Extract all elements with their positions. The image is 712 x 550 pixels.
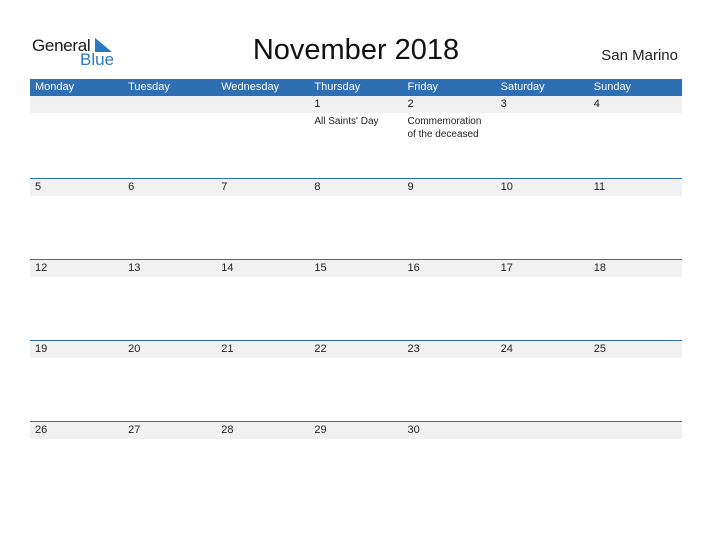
day-number[interactable]: 9 <box>403 179 496 196</box>
country-label: San Marino <box>601 47 678 64</box>
day-number[interactable] <box>216 96 309 113</box>
holiday-label <box>496 358 589 360</box>
date-strip: 5 6 7 8 9 10 11 <box>30 178 682 196</box>
day-number[interactable]: 4 <box>589 96 682 113</box>
day-number[interactable] <box>123 96 216 113</box>
holiday-label <box>30 277 123 279</box>
weekday-sunday: Sunday <box>593 81 632 93</box>
holiday-label <box>496 439 589 441</box>
day-number[interactable]: 28 <box>216 422 309 439</box>
day-number[interactable]: 6 <box>123 179 216 196</box>
day-number[interactable]: 13 <box>123 260 216 277</box>
day-number[interactable]: 5 <box>30 179 123 196</box>
holiday-label <box>30 113 123 141</box>
day-number[interactable]: 17 <box>496 260 589 277</box>
week-row: 26 27 28 29 30 <box>30 421 682 441</box>
weekday-tuesday: Tuesday <box>128 81 170 93</box>
event-area <box>30 439 682 441</box>
holiday-label <box>589 277 682 279</box>
day-number[interactable]: 8 <box>309 179 402 196</box>
weekday-thursday: Thursday <box>314 81 361 93</box>
day-number[interactable]: 3 <box>496 96 589 113</box>
holiday-label <box>123 358 216 360</box>
day-number[interactable]: 21 <box>216 341 309 358</box>
holiday-label <box>30 358 123 360</box>
holiday-label <box>403 358 496 360</box>
weekday-wednesday: Wednesday <box>221 81 280 93</box>
weekday-saturday: Saturday <box>500 81 545 93</box>
day-number[interactable]: 16 <box>403 260 496 277</box>
holiday-label <box>123 113 216 141</box>
event-area <box>30 196 682 198</box>
day-number[interactable]: 26 <box>30 422 123 439</box>
weekday-header: Monday Tuesday Wednesday Thursday Friday… <box>30 79 682 96</box>
calendar-grid: Monday Tuesday Wednesday Thursday Friday… <box>30 79 682 439</box>
day-number[interactable]: 2 <box>403 96 496 113</box>
holiday-label <box>30 439 123 441</box>
holiday-label <box>309 439 402 441</box>
day-number[interactable] <box>496 422 589 439</box>
day-number[interactable]: 23 <box>403 341 496 358</box>
week-row: 12 13 14 15 16 17 18 <box>30 259 682 279</box>
event-area <box>30 277 682 279</box>
day-number[interactable]: 10 <box>496 179 589 196</box>
holiday-label <box>589 358 682 360</box>
holiday-label <box>589 196 682 198</box>
holiday-label <box>496 113 589 141</box>
day-number[interactable]: 15 <box>309 260 402 277</box>
holiday-label <box>30 196 123 198</box>
holiday-label <box>216 277 309 279</box>
holiday-label <box>496 196 589 198</box>
day-number[interactable] <box>589 422 682 439</box>
day-number[interactable]: 19 <box>30 341 123 358</box>
day-number[interactable]: 30 <box>403 422 496 439</box>
holiday-label <box>309 277 402 279</box>
week-row: 1 2 3 4 All Saints' Day Commemoration of the … <box>30 96 682 141</box>
date-strip: 1234 <box>30 96 682 113</box>
day-number[interactable] <box>30 96 123 113</box>
holiday-label <box>403 439 496 441</box>
day-number[interactable]: 18 <box>589 260 682 277</box>
holiday-label <box>309 358 402 360</box>
weekday-monday: Monday <box>35 81 75 93</box>
holiday-label <box>216 113 309 141</box>
holiday-label: Commemoration of the deceased <box>407 116 482 140</box>
date-strip: 12 13 14 15 16 17 18 <box>30 259 682 277</box>
day-number[interactable]: 25 <box>589 341 682 358</box>
holiday-label <box>589 439 682 441</box>
holiday-label <box>403 196 496 198</box>
date-strip: 19 20 21 22 23 24 25 <box>30 340 682 358</box>
day-number[interactable]: 20 <box>123 341 216 358</box>
event-area <box>30 358 682 360</box>
holiday-label <box>216 358 309 360</box>
holiday-label <box>123 196 216 198</box>
day-number[interactable]: 24 <box>496 341 589 358</box>
day-number[interactable]: 7 <box>216 179 309 196</box>
holiday-label <box>216 439 309 441</box>
holiday-label <box>589 113 682 141</box>
day-number[interactable]: 12 <box>30 260 123 277</box>
day-number[interactable]: 14 <box>216 260 309 277</box>
holiday-label <box>496 277 589 279</box>
day-number[interactable]: 11 <box>589 179 682 196</box>
week-row: 5 6 7 8 9 10 11 <box>30 178 682 198</box>
week-row: 19 20 21 22 23 24 25 <box>30 340 682 360</box>
holiday-label <box>123 277 216 279</box>
day-number[interactable]: 29 <box>309 422 402 439</box>
date-strip: 26 27 28 29 30 <box>30 421 682 439</box>
holiday-label <box>216 196 309 198</box>
weekday-friday: Friday <box>407 81 439 93</box>
holiday-label: All Saints' Day <box>314 116 379 127</box>
day-number[interactable]: 22 <box>309 341 402 358</box>
day-number[interactable]: 27 <box>123 422 216 439</box>
holiday-label <box>123 439 216 441</box>
holiday-label <box>403 277 496 279</box>
day-number[interactable]: 1 <box>309 96 402 113</box>
holiday-label <box>309 196 402 198</box>
event-area: All Saints' Day Commemoration of the dece… <box>30 113 682 141</box>
